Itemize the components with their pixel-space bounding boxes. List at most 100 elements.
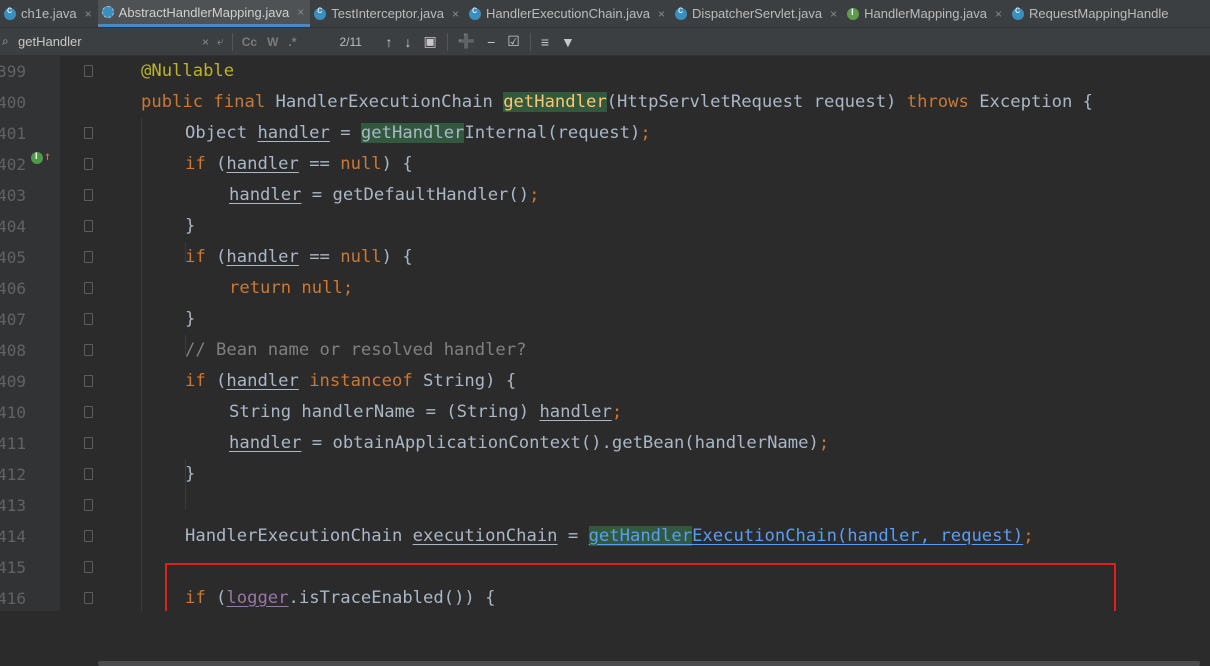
add-occurrence-icon[interactable]: ➕: [458, 33, 475, 50]
whole-words-toggle[interactable]: W: [267, 35, 278, 49]
search-history-icon[interactable]: ⤶: [217, 34, 224, 49]
variable: handler: [257, 123, 330, 143]
search-input[interactable]: getHandler: [18, 34, 198, 49]
fold-marker-icon[interactable]: [84, 468, 93, 480]
code-content: @Nullable: [141, 56, 234, 87]
variable: handler: [229, 185, 302, 205]
code-line[interactable]: 402 if (handler == null) {: [0, 149, 1210, 180]
remove-occurrence-icon[interactable]: −: [487, 34, 495, 50]
fold-marker-icon[interactable]: [84, 592, 93, 604]
code-line[interactable]: 413: [0, 490, 1210, 521]
code-line[interactable]: 403 handler = getDefaultHandler();: [0, 180, 1210, 211]
keyword: null: [340, 247, 382, 267]
keyword: return null: [229, 278, 343, 298]
code-line[interactable]: 409 if (handler instanceof String) {: [0, 366, 1210, 397]
line-number: 403: [0, 186, 26, 205]
semicolon: ;: [611, 402, 623, 422]
code-line[interactable]: 412}: [0, 459, 1210, 490]
close-tab-icon[interactable]: ×: [85, 7, 92, 21]
code-line[interactable]: 411 handler = obtainApplicationContext().…: [0, 428, 1210, 459]
status-strip: [0, 611, 1210, 621]
separator: [446, 32, 448, 51]
code-content: Object handler = getHandlerInternal(requ…: [185, 118, 651, 149]
fold-marker-icon[interactable]: [84, 499, 93, 511]
line-number: 413: [0, 496, 26, 515]
variable: handler: [539, 402, 612, 422]
variable: handler: [226, 371, 299, 391]
fold-marker-icon[interactable]: [84, 375, 93, 387]
fold-marker-icon[interactable]: [84, 561, 93, 573]
close-tab-icon[interactable]: ×: [297, 5, 304, 19]
editor-tab[interactable]: HandlerMapping.java ×: [843, 0, 1008, 27]
close-tab-icon[interactable]: ×: [995, 7, 1002, 21]
fold-marker-icon[interactable]: [84, 158, 93, 170]
code-text: ) {: [381, 154, 413, 174]
match-case-toggle[interactable]: Cc: [242, 35, 257, 49]
line-number: 402: [0, 155, 26, 174]
filter-icon[interactable]: ▼: [561, 34, 575, 50]
separator: [231, 32, 233, 51]
line-number: 409: [0, 372, 26, 391]
editor-tab[interactable]: ch1e.java ×: [0, 0, 98, 27]
code-text: String) {: [412, 371, 517, 391]
fold-marker-icon[interactable]: [84, 251, 93, 263]
search-icon[interactable]: ⌕: [2, 34, 16, 49]
editor-tab[interactable]: AbstractHandlerMapping.java ×: [97, 0, 311, 27]
line-number: 399: [0, 62, 26, 81]
close-tab-icon[interactable]: ×: [658, 7, 665, 21]
editor-tab[interactable]: HandlerExecutionChain.java ×: [465, 0, 671, 27]
line-number: 400: [0, 93, 26, 112]
multiline-icon[interactable]: ≡: [541, 34, 549, 50]
fold-marker-icon[interactable]: [84, 189, 93, 201]
fold-marker-icon[interactable]: [84, 530, 93, 542]
code-line[interactable]: 400 public final HandlerExecutionChain ge…: [0, 87, 1210, 118]
select-all-occurrences-icon[interactable]: ▣: [423, 33, 436, 50]
code-line[interactable]: 406 return null;: [0, 273, 1210, 304]
editor-tab[interactable]: DispatcherServlet.java ×: [671, 0, 843, 27]
fold-marker-icon[interactable]: [84, 313, 93, 325]
semicolon: ;: [529, 185, 540, 205]
fold-marker-icon[interactable]: [84, 406, 93, 418]
line-number: 401: [0, 124, 26, 143]
select-occurrences-icon[interactable]: ☑: [507, 33, 520, 50]
previous-occurrence-icon[interactable]: ↑: [385, 34, 392, 50]
fold-marker-icon[interactable]: [84, 220, 93, 232]
method-call-link[interactable]: ExecutionChain(handler, request): [692, 526, 1023, 546]
code-line[interactable]: 407}: [0, 304, 1210, 335]
fold-marker-icon[interactable]: [84, 437, 93, 449]
class-icon: [1012, 5, 1024, 20]
editor-tab[interactable]: RequestMappingHandle: [1008, 0, 1174, 27]
clear-search-icon[interactable]: ×: [202, 35, 209, 49]
code-line[interactable]: 399 @Nullable: [0, 56, 1210, 87]
code-line[interactable]: 401 Object handler = getHandlerInternal(r…: [0, 118, 1210, 149]
fold-marker-icon[interactable]: [84, 344, 93, 356]
fold-marker-icon[interactable]: [84, 65, 93, 77]
regex-toggle[interactable]: .*: [288, 35, 296, 49]
code-text: (: [205, 154, 227, 174]
close-tab-icon[interactable]: ×: [830, 7, 837, 21]
next-occurrence-icon[interactable]: ↓: [404, 34, 411, 50]
code-line[interactable]: 405 if (handler == null) {: [0, 242, 1210, 273]
code-line[interactable]: 414 HandlerExecutionChain executionChain …: [0, 521, 1210, 552]
code-text: Exception {: [968, 92, 1094, 112]
close-tab-icon[interactable]: ×: [452, 7, 459, 21]
code-content: }: [185, 304, 195, 335]
code-editor[interactable]: ↑ 399@Nullable400public final HandlerExe…: [0, 56, 1210, 666]
semicolon: ;: [640, 123, 651, 143]
line-number: 416: [0, 589, 26, 608]
class-icon: [314, 5, 327, 20]
editor-tab-bar: ch1e.java×AbstractHandlerMapping.java×Te…: [0, 0, 1210, 28]
horizontal-scrollbar[interactable]: [98, 661, 1200, 666]
search-match-link[interactable]: getHandler: [588, 526, 693, 546]
fold-marker-icon[interactable]: [84, 282, 93, 294]
code-line[interactable]: 404}: [0, 211, 1210, 242]
editor-tab[interactable]: TestInterceptor.java ×: [310, 0, 465, 27]
code-text: (: [205, 371, 227, 391]
line-number: 407: [0, 310, 26, 329]
code-line[interactable]: 410 String handlerName = (String) handler…: [0, 397, 1210, 428]
code-text: ==: [298, 154, 341, 174]
line-number: 404: [0, 217, 26, 236]
code-line[interactable]: 408 // Bean name or resolved handler?: [0, 335, 1210, 366]
code-text: ) {: [381, 247, 413, 267]
fold-marker-icon[interactable]: [84, 127, 93, 139]
